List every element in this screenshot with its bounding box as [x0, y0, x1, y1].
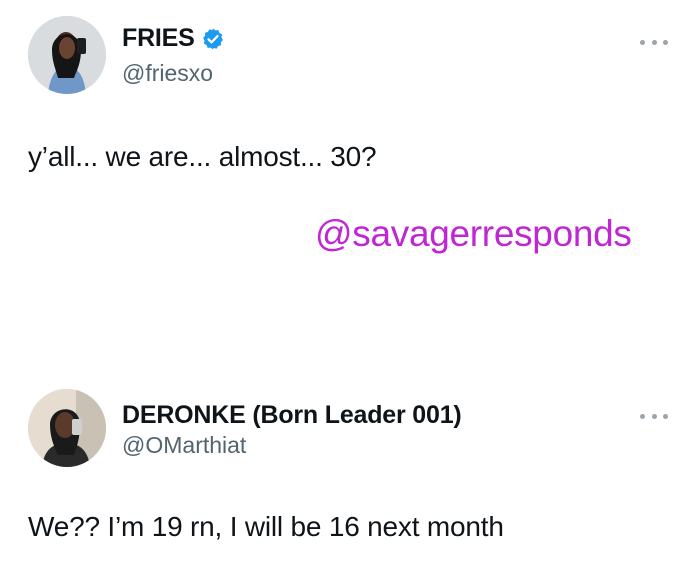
- verified-badge-icon: [202, 28, 223, 49]
- tweet: FRIES @friesxo y’all... we are... almost…: [0, 0, 700, 300]
- more-options-icon[interactable]: [640, 411, 668, 421]
- tweet-text: y’all... we are... almost... 30?: [28, 141, 377, 172]
- name-row: DERONKE (Born Leader 001): [122, 401, 462, 430]
- more-options-icon[interactable]: [640, 37, 668, 47]
- name-row: FRIES: [122, 24, 225, 53]
- display-name[interactable]: DERONKE (Born Leader 001): [122, 401, 462, 430]
- handle[interactable]: @OMarthiat: [122, 432, 246, 459]
- reply-tweet: DERONKE (Born Leader 001) @OMarthiat We?…: [0, 375, 700, 575]
- avatar[interactable]: [28, 389, 106, 467]
- avatar[interactable]: [28, 16, 106, 94]
- display-name[interactable]: FRIES: [122, 24, 195, 53]
- watermark-text: @savagerresponds: [315, 213, 632, 254]
- tweet-text: We?? I’m 19 rn, I will be 16 next month: [28, 511, 504, 542]
- handle[interactable]: @friesxo: [122, 60, 213, 87]
